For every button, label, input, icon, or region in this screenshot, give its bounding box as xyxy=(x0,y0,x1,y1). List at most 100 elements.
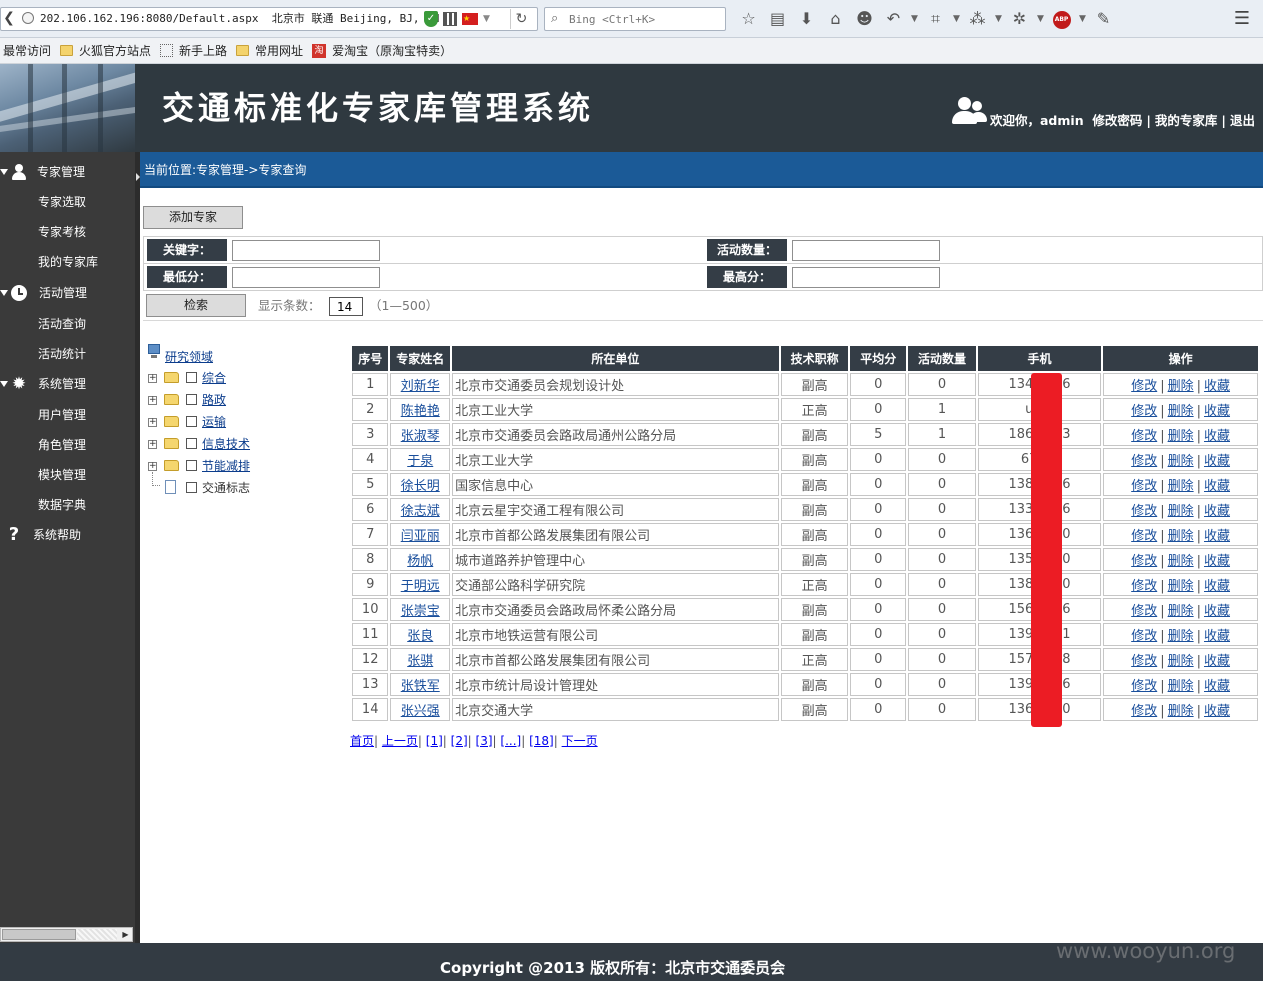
favorite-link[interactable]: 收藏 xyxy=(1204,629,1230,644)
adblock-dropdown-icon[interactable]: ▼ xyxy=(1076,8,1089,30)
expert-name-link[interactable]: 闫亚丽 xyxy=(401,529,440,544)
tree-checkbox[interactable] xyxy=(186,372,197,383)
favorite-link[interactable]: 收藏 xyxy=(1204,679,1230,694)
expert-name-link[interactable]: 张铁军 xyxy=(401,679,440,694)
sidebar-item-module-management[interactable]: 模块管理 xyxy=(0,460,135,490)
sidebar-item-activity-query[interactable]: 活动查询 xyxy=(0,309,135,339)
bookmark-common-sites[interactable]: 常用网址 xyxy=(233,38,309,64)
tree-node-link[interactable]: 节能减排 xyxy=(202,458,250,474)
delete-link[interactable]: 删除 xyxy=(1168,679,1194,694)
delete-link[interactable]: 删除 xyxy=(1168,404,1194,419)
display-count-input[interactable] xyxy=(329,297,363,316)
expand-plus-icon[interactable]: + xyxy=(148,440,157,449)
expert-name-link[interactable]: 刘新华 xyxy=(401,379,440,394)
sidebar-item-expert-selection[interactable]: 专家选取 xyxy=(0,187,135,217)
expert-name-link[interactable]: 徐志斌 xyxy=(401,504,440,519)
home-icon[interactable]: ⌂ xyxy=(821,8,850,30)
search-box[interactable]: ⌕ xyxy=(544,7,726,31)
bookmark-getting-started[interactable]: 新手上路 xyxy=(157,38,233,64)
pager-ellipsis[interactable]: [...] xyxy=(500,734,521,748)
favorite-link[interactable]: 收藏 xyxy=(1204,404,1230,419)
sidebar-group-expert-management[interactable]: 专家管理 xyxy=(0,157,135,187)
delete-link[interactable]: 删除 xyxy=(1168,429,1194,444)
expert-name-link[interactable]: 徐长明 xyxy=(401,479,440,494)
sidebar-collapse-bar[interactable] xyxy=(135,152,140,943)
edit-link[interactable]: 修改 xyxy=(1131,404,1157,419)
expand-plus-icon[interactable]: + xyxy=(148,418,157,427)
favorite-link[interactable]: 收藏 xyxy=(1204,654,1230,669)
keyword-input[interactable] xyxy=(232,240,380,261)
sidebar-item-data-dictionary[interactable]: 数据字典 xyxy=(0,490,135,520)
favorite-link[interactable]: 收藏 xyxy=(1204,704,1230,719)
scroll-right-arrow-icon[interactable]: ▶ xyxy=(119,928,132,941)
edit-link[interactable]: 修改 xyxy=(1131,679,1157,694)
edit-link[interactable]: 修改 xyxy=(1131,504,1157,519)
url-text[interactable]: 202.106.162.196:8080/Default.aspx 北京市 联通… xyxy=(40,7,439,31)
pager-page-2[interactable]: [2] xyxy=(451,734,468,748)
shield-icon[interactable]: ✓ xyxy=(424,11,438,27)
crop-icon[interactable]: ⌗ xyxy=(921,8,950,30)
pager-first[interactable]: 首页 xyxy=(350,734,374,748)
bookmark-aitaobao[interactable]: 淘爱淘宝（原淘宝特卖） xyxy=(309,38,458,64)
edit-link[interactable]: 修改 xyxy=(1131,629,1157,644)
edit-link[interactable]: 修改 xyxy=(1131,529,1157,544)
favorite-link[interactable]: 收藏 xyxy=(1204,454,1230,469)
undo-dropdown-icon[interactable]: ▼ xyxy=(908,8,921,30)
expert-name-link[interactable]: 于泉 xyxy=(407,454,433,469)
crop-dropdown-icon[interactable]: ▼ xyxy=(950,8,963,30)
expand-plus-icon[interactable]: + xyxy=(148,396,157,405)
menu-icon[interactable]: ☰ xyxy=(1230,8,1254,30)
sidebar-horizontal-scrollbar[interactable]: ▶ xyxy=(0,927,133,942)
chat-icon[interactable]: ☻ xyxy=(850,8,879,30)
delete-link[interactable]: 删除 xyxy=(1168,654,1194,669)
max-score-input[interactable] xyxy=(792,267,940,288)
search-input[interactable] xyxy=(569,8,719,30)
expert-name-link[interactable]: 张骐 xyxy=(407,654,433,669)
expert-name-link[interactable]: 张崇宝 xyxy=(401,604,440,619)
download-icon[interactable]: ⬇ xyxy=(792,8,821,30)
delete-link[interactable]: 删除 xyxy=(1168,554,1194,569)
delete-link[interactable]: 删除 xyxy=(1168,479,1194,494)
delete-link[interactable]: 删除 xyxy=(1168,529,1194,544)
sidebar-group-activity-management[interactable]: 活动管理 xyxy=(0,278,135,308)
tree-checkbox[interactable] xyxy=(186,416,197,427)
tree-node-link[interactable]: 运输 xyxy=(202,414,226,430)
tree-checkbox[interactable] xyxy=(186,460,197,471)
star-icon[interactable]: ☆ xyxy=(734,8,763,30)
pager-page-18[interactable]: [18] xyxy=(529,734,554,748)
tree-node-link[interactable]: 综合 xyxy=(202,370,226,386)
reading-list-icon[interactable]: ▤ xyxy=(763,8,792,30)
delete-link[interactable]: 删除 xyxy=(1168,454,1194,469)
translate-icon[interactable]: ⁂ xyxy=(963,8,992,30)
settings-dropdown-icon[interactable]: ▼ xyxy=(1034,8,1047,30)
sidebar-item-activity-stats[interactable]: 活动统计 xyxy=(0,339,135,369)
tree-node-link[interactable]: 信息技术 xyxy=(202,436,250,452)
favorite-link[interactable]: 收藏 xyxy=(1204,504,1230,519)
edit-link[interactable]: 修改 xyxy=(1131,479,1157,494)
expert-name-link[interactable]: 于明远 xyxy=(401,579,440,594)
edit-link[interactable]: 修改 xyxy=(1131,704,1157,719)
min-score-input[interactable] xyxy=(232,267,380,288)
pager-next[interactable]: 下一页 xyxy=(562,734,598,748)
pager-page-3[interactable]: [3] xyxy=(476,734,493,748)
expert-name-link[interactable]: 陈艳艳 xyxy=(401,404,440,419)
tree-node-label[interactable]: 交通标志 xyxy=(202,480,250,496)
favorite-link[interactable]: 收藏 xyxy=(1204,379,1230,394)
delete-link[interactable]: 删除 xyxy=(1168,379,1194,394)
expert-name-link[interactable]: 张淑琴 xyxy=(401,429,440,444)
sidebar-group-system-help[interactable]: ? 系统帮助 xyxy=(0,520,135,550)
scrollbar-track[interactable] xyxy=(77,929,117,940)
expert-name-link[interactable]: 杨帆 xyxy=(407,554,433,569)
translate-dropdown-icon[interactable]: ▼ xyxy=(992,8,1005,30)
pager-prev[interactable]: 上一页 xyxy=(382,734,418,748)
favorite-link[interactable]: 收藏 xyxy=(1204,429,1230,444)
delete-link[interactable]: 删除 xyxy=(1168,504,1194,519)
edit-link[interactable]: 修改 xyxy=(1131,554,1157,569)
extension-icon[interactable]: ✎ xyxy=(1089,8,1118,30)
pager-page-1[interactable]: [1] xyxy=(426,734,443,748)
tree-root-link[interactable]: 研究领域 xyxy=(165,350,213,364)
edit-link[interactable]: 修改 xyxy=(1131,579,1157,594)
edit-link[interactable]: 修改 xyxy=(1131,379,1157,394)
adblock-icon[interactable]: ABP xyxy=(1047,8,1076,30)
qr-code-icon[interactable] xyxy=(443,12,457,26)
